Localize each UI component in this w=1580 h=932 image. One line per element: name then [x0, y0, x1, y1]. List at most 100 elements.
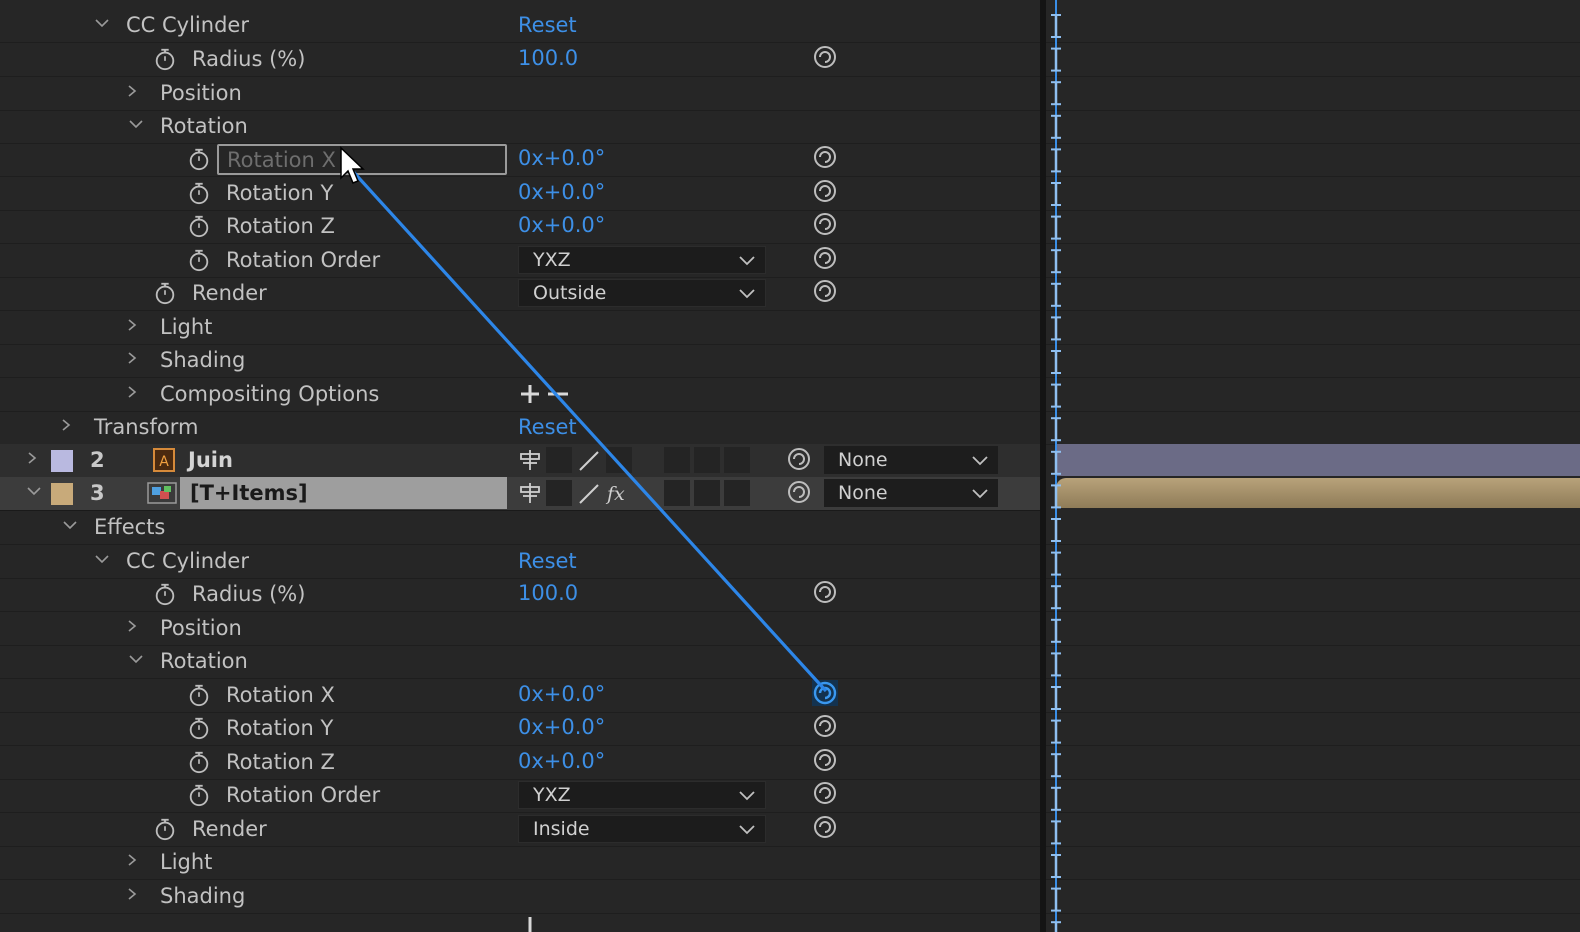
rotation-x-value[interactable]: 0x+0.0° — [518, 682, 605, 706]
chevron-right-icon[interactable] — [124, 81, 140, 101]
effect-row-cc-cylinder[interactable]: CC Cylinder Reset — [0, 545, 1040, 579]
pickwhip-icon[interactable] — [812, 245, 838, 271]
chevron-right-icon[interactable] — [124, 315, 140, 335]
property-group-light[interactable]: Light — [0, 311, 1040, 345]
chevron-down-icon[interactable] — [26, 481, 42, 501]
layer-row-3[interactable]: 3 [T+Items] fx None — [0, 477, 1040, 511]
pickwhip-icon[interactable] — [812, 144, 838, 170]
property-group-shading[interactable]: Shading — [0, 880, 1040, 914]
chevron-right-icon[interactable] — [24, 448, 40, 468]
stopwatch-icon[interactable] — [186, 683, 212, 707]
stopwatch-icon[interactable] — [186, 750, 212, 774]
pickwhip-icon[interactable] — [812, 178, 838, 204]
add-remove-mask-icon[interactable] — [518, 913, 572, 932]
property-group-position[interactable]: Position — [0, 612, 1040, 646]
stopwatch-icon[interactable] — [186, 214, 212, 238]
chevron-right-icon[interactable] — [58, 415, 74, 435]
reset-link[interactable]: Reset — [518, 13, 577, 37]
switch-slot[interactable] — [724, 480, 750, 506]
pickwhip-icon[interactable] — [812, 747, 838, 773]
property-row-rotation-z: Rotation Z 0x+0.0° — [0, 746, 1040, 780]
pickwhip-icon[interactable] — [812, 680, 838, 706]
chevron-right-icon[interactable] — [124, 616, 140, 636]
pickwhip-icon[interactable] — [812, 814, 838, 840]
pickwhip-icon[interactable] — [812, 713, 838, 739]
render-dropdown[interactable]: Inside — [518, 815, 766, 843]
property-group-position[interactable]: Position — [0, 77, 1040, 111]
pickwhip-icon[interactable] — [812, 278, 838, 304]
pickwhip-icon[interactable] — [812, 44, 838, 70]
stopwatch-icon[interactable] — [186, 783, 212, 807]
property-group-rotation[interactable]: Rotation — [0, 110, 1040, 144]
effects-group[interactable]: Effects — [0, 511, 1040, 545]
chevron-down-icon[interactable] — [128, 649, 144, 669]
reset-link[interactable]: Reset — [518, 415, 577, 439]
pickwhip-icon[interactable] — [812, 579, 838, 605]
stopwatch-icon[interactable] — [186, 248, 212, 272]
property-group-rotation[interactable]: Rotation — [0, 645, 1040, 679]
pickwhip-icon[interactable] — [786, 446, 812, 472]
label-color-chip[interactable] — [51, 450, 73, 472]
parent-dropdown[interactable]: None — [824, 446, 998, 474]
property-group-light[interactable]: Light — [0, 846, 1040, 880]
layer-name[interactable]: [T+Items] — [190, 481, 308, 505]
chevron-right-icon[interactable] — [124, 850, 140, 870]
chevron-right-icon[interactable] — [124, 382, 140, 402]
rename-field[interactable]: Rotation X — [217, 144, 507, 175]
layer-row-2[interactable]: 2 A Juin None — [0, 444, 1040, 478]
rotation-order-dropdown[interactable]: YXZ — [518, 781, 766, 809]
shy-switch-icon[interactable] — [518, 449, 542, 471]
radius-value[interactable]: 100.0 — [518, 46, 578, 70]
switch-slot[interactable] — [694, 480, 720, 506]
chevron-down-icon[interactable] — [94, 13, 110, 33]
shy-switch-icon[interactable] — [518, 482, 542, 504]
stopwatch-icon[interactable] — [186, 181, 212, 205]
rotation-x-value[interactable]: 0x+0.0° — [518, 146, 605, 170]
stopwatch-icon[interactable] — [152, 47, 178, 71]
layer-name[interactable]: Juin — [188, 448, 233, 472]
chevron-down-icon[interactable] — [62, 515, 78, 535]
rotation-y-value[interactable]: 0x+0.0° — [518, 715, 605, 739]
chevron-down-icon[interactable] — [94, 549, 110, 569]
timeline-panel[interactable] — [1046, 0, 1580, 932]
stopwatch-icon[interactable] — [186, 716, 212, 740]
add-remove-mask-icon[interactable] — [518, 380, 572, 408]
radius-value[interactable]: 100.0 — [518, 581, 578, 605]
switch-slot[interactable] — [664, 447, 690, 473]
rotation-z-value[interactable]: 0x+0.0° — [518, 213, 605, 237]
label-color-chip[interactable] — [51, 483, 73, 505]
quality-switch-icon[interactable] — [576, 448, 602, 474]
layer-bar-2[interactable] — [1056, 444, 1580, 476]
fx-switch-icon[interactable]: fx — [604, 479, 632, 507]
property-group-shading[interactable]: Shading — [0, 344, 1040, 378]
quality-switch-icon[interactable] — [576, 481, 602, 507]
reset-link[interactable]: Reset — [518, 549, 577, 573]
render-dropdown[interactable]: Outside — [518, 279, 766, 307]
switch-slot[interactable] — [664, 480, 690, 506]
rotation-order-dropdown[interactable]: YXZ — [518, 246, 766, 274]
transform-row[interactable]: Transform Reset — [0, 411, 1040, 445]
switch-slot[interactable] — [546, 447, 572, 473]
effect-row-cc-cylinder[interactable]: CC Cylinder Reset — [0, 9, 1040, 43]
property-group-compositing-options[interactable]: Compositing Options — [0, 378, 1040, 412]
switch-slot[interactable] — [724, 447, 750, 473]
chevron-right-icon[interactable] — [124, 348, 140, 368]
playhead-icon[interactable] — [1046, 0, 1076, 932]
chevron-right-icon[interactable] — [124, 884, 140, 904]
pickwhip-icon[interactable] — [812, 211, 838, 237]
pickwhip-icon[interactable] — [786, 479, 812, 505]
property-group-compositing-options-partial[interactable] — [0, 913, 1040, 932]
rotation-y-value[interactable]: 0x+0.0° — [518, 180, 605, 204]
switch-slot[interactable] — [606, 447, 632, 473]
layer-bar-3[interactable] — [1056, 478, 1580, 508]
switch-slot[interactable] — [546, 480, 572, 506]
stopwatch-icon[interactable] — [186, 147, 212, 171]
rotation-z-value[interactable]: 0x+0.0° — [518, 749, 605, 773]
stopwatch-icon[interactable] — [152, 281, 178, 305]
switch-slot[interactable] — [694, 447, 720, 473]
chevron-down-icon[interactable] — [128, 114, 144, 134]
stopwatch-icon[interactable] — [152, 817, 178, 841]
parent-dropdown[interactable]: None — [824, 479, 998, 507]
pickwhip-icon[interactable] — [812, 780, 838, 806]
stopwatch-icon[interactable] — [152, 582, 178, 606]
